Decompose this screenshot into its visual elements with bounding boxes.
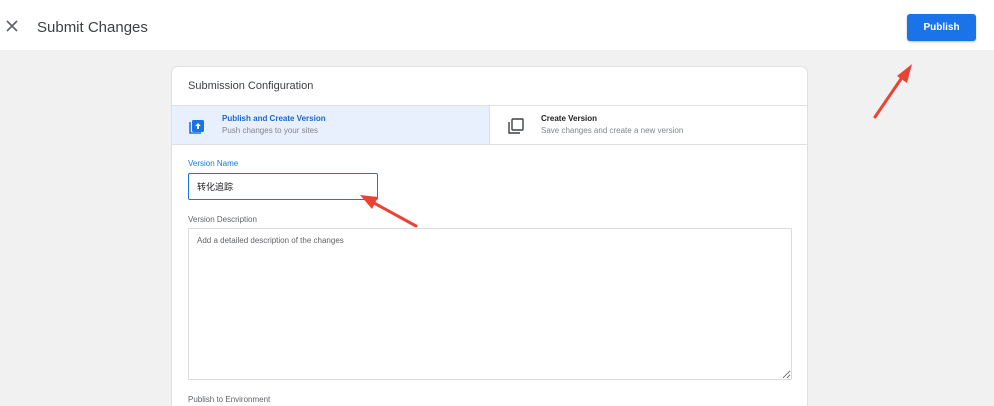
option-publish-and-create-version[interactable]: Publish and Create Version Push changes …: [172, 106, 490, 144]
copy-version-icon: [507, 117, 525, 135]
version-description-label: Version Description: [188, 215, 257, 224]
close-icon[interactable]: [4, 18, 20, 34]
page-title: Submit Changes: [37, 19, 148, 36]
card-heading: Submission Configuration: [188, 80, 314, 92]
option-subtitle: Push changes to your sites: [222, 126, 319, 135]
publish-upload-icon: [188, 117, 206, 135]
version-description-textarea[interactable]: [188, 228, 792, 380]
option-subtitle: Save changes and create a new version: [541, 126, 684, 135]
option-create-version[interactable]: Create Version Save changes and create a…: [491, 106, 807, 144]
submission-configuration-card: Submission Configuration Publish and Cre…: [171, 66, 808, 406]
top-bar: Submit Changes Publish: [0, 0, 994, 50]
version-name-input[interactable]: [188, 173, 378, 200]
publish-button[interactable]: Publish: [907, 14, 976, 41]
annotation-arrow-publish: [873, 64, 912, 119]
version-name-label: Version Name: [188, 159, 239, 168]
option-title: Create Version: [541, 114, 598, 123]
submission-type-options: Publish and Create Version Push changes …: [172, 105, 807, 145]
publish-environment-label: Publish to Environment: [188, 395, 271, 404]
option-title: Publish and Create Version: [222, 114, 326, 123]
